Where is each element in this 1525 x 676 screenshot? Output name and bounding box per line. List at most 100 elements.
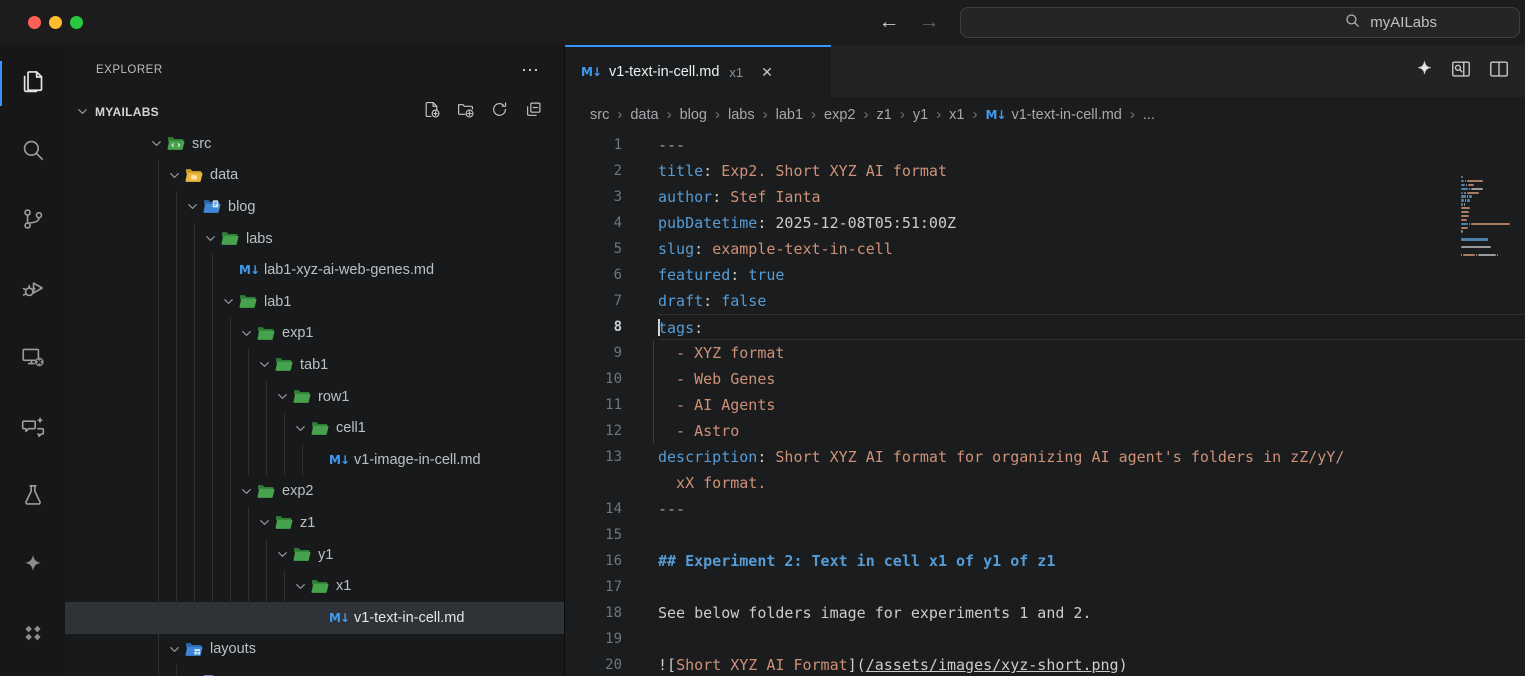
line-number: 11 [565,392,622,418]
open-preview-button[interactable] [1450,58,1472,85]
folder-icon [275,515,297,530]
tree-item-cell1[interactable]: cell1 [65,412,564,444]
activity-source-control[interactable] [0,187,65,256]
zoom-button[interactable] [70,16,83,29]
tree-item-z1[interactable]: z1 [65,507,564,539]
debug-icon [20,275,46,306]
breadcrumb-separator: › [617,106,622,123]
activity-copilot[interactable] [0,532,65,601]
breadcrumb-item-...[interactable]: ... [1143,107,1155,123]
code-editor[interactable]: 1---2title: Exp2. Short XYZ AI format3au… [565,132,1525,676]
chevron-down-icon [293,421,311,436]
code-line-3[interactable]: 3author: Stef Ianta [565,184,1525,210]
code-line-17[interactable]: 17 [565,574,1525,600]
tree-item-v1-image-in-cell.md[interactable]: M↓v1-image-in-cell.md [65,444,564,476]
code-line-4[interactable]: 4pubDatetime: 2025-12-08T05:51:00Z [565,210,1525,236]
tree-item-cut-off[interactable] [65,665,564,676]
folder-icon [293,547,315,562]
code-line-15[interactable]: 15 [565,522,1525,548]
minimap[interactable] [1461,176,1523,258]
more-actions-icon[interactable]: ⋯ [521,60,540,81]
breadcrumb-item-labs[interactable]: labs [728,107,755,123]
tree-item-y1[interactable]: y1 [65,539,564,571]
code-line-11[interactable]: 11 - AI Agents [565,392,1525,418]
code-line-2[interactable]: 2title: Exp2. Short XYZ AI format [565,158,1525,184]
code-line-9[interactable]: 9 - XYZ format [565,340,1525,366]
explorer-title: EXPLORER [96,64,163,76]
chat-sparkle-icon [20,413,46,444]
code-line-16[interactable]: 16## Experiment 2: Text in cell x1 of y1… [565,548,1525,574]
folder-icon [293,389,315,404]
line-number: 18 [565,600,622,626]
refresh-icon[interactable] [491,101,508,123]
tree-item-exp2[interactable]: exp2 [65,476,564,508]
breadcrumb-item-y1[interactable]: y1 [913,107,928,123]
workspace-section-header[interactable]: MYAILABS [65,95,564,128]
code-line-18[interactable]: 18See below folders image for experiment… [565,600,1525,626]
line-number: 15 [565,522,622,548]
code-line-14[interactable]: 14--- [565,496,1525,522]
code-line-13-wrap[interactable]: xX format. [565,470,1525,496]
close-button[interactable] [28,16,41,29]
tree-item-x1[interactable]: x1 [65,570,564,602]
activity-chat[interactable] [0,394,65,463]
code-line-12[interactable]: 12 - Astro [565,418,1525,444]
code-line-7[interactable]: 7draft: false [565,288,1525,314]
tree-item-row1[interactable]: row1 [65,381,564,413]
code-line-6[interactable]: 6featured: true [565,262,1525,288]
remote-icon [20,344,46,375]
new-folder-icon[interactable] [457,101,474,123]
tree-item-blog[interactable]: blog [65,191,564,223]
line-number: 12 [565,418,622,444]
copilot-sparkle-button[interactable] [1415,59,1434,83]
breadcrumb-item-x1[interactable]: x1 [949,107,964,123]
minimize-button[interactable] [49,16,62,29]
tree-item-lab1[interactable]: lab1 [65,286,564,318]
activity-explorer[interactable] [0,49,65,118]
tab-v1-text-in-cell[interactable]: M↓ v1-text-in-cell.md x1 ✕ [565,45,831,97]
breadcrumb-item-src[interactable]: src [590,107,609,123]
chevron-down-icon [275,389,293,404]
tree-item-v1-text-in-cell.md[interactable]: M↓v1-text-in-cell.md [65,602,564,634]
code-line-13[interactable]: 13description: Short XYZ AI format for o… [565,444,1525,470]
collapse-all-icon[interactable] [525,101,542,123]
tree-item-tab1[interactable]: tab1 [65,349,564,381]
activity-testing[interactable] [0,463,65,532]
breadcrumb-item-v1-text-in-cell.md[interactable]: M↓v1-text-in-cell.md [985,107,1121,123]
line-number: 2 [565,158,622,184]
code-line-8[interactable]: 8tags: [565,314,1525,340]
command-center-search[interactable]: myAILabs [960,7,1520,38]
tree-item-label: lab1 [264,294,291,310]
code-line-1[interactable]: 1--- [565,132,1525,158]
tree-item-data[interactable]: data [65,160,564,192]
tree-item-label: exp2 [282,483,313,499]
line-number: 16 [565,548,622,574]
forward-button[interactable]: → [916,6,942,38]
breadcrumb-item-lab1[interactable]: lab1 [776,107,803,123]
tree-item-src[interactable]: src [65,128,564,160]
search-query: myAILabs [1370,14,1437,31]
breadcrumb-item-z1[interactable]: z1 [876,107,891,123]
code-line-20[interactable]: 20![Short XYZ AI Format](/assets/images/… [565,652,1525,676]
line-number: 19 [565,626,622,652]
chevron-down-icon [221,294,239,309]
split-editor-button[interactable] [1488,58,1510,85]
activity-remote-explorer[interactable] [0,325,65,394]
new-file-icon[interactable] [423,101,440,123]
activity-run-debug[interactable] [0,256,65,325]
back-button[interactable]: ← [876,6,902,38]
tree-item-lab1-xyz-ai-web-genes.md[interactable]: M↓lab1-xyz-ai-web-genes.md [65,254,564,286]
file-tree: srcdatabloglabsM↓lab1-xyz-ai-web-genes.m… [65,128,564,676]
code-line-10[interactable]: 10 - Web Genes [565,366,1525,392]
code-line-19[interactable]: 19 [565,626,1525,652]
breadcrumb-item-exp2[interactable]: exp2 [824,107,855,123]
breadcrumb-item-data[interactable]: data [630,107,658,123]
activity-search[interactable] [0,118,65,187]
tree-item-layouts[interactable]: layouts [65,634,564,666]
activity-extensions[interactable] [0,601,65,670]
tree-item-exp1[interactable]: exp1 [65,318,564,350]
tree-item-labs[interactable]: labs [65,223,564,255]
close-tab-icon[interactable]: ✕ [761,64,773,81]
code-line-5[interactable]: 5slug: example-text-in-cell [565,236,1525,262]
breadcrumb-item-blog[interactable]: blog [680,107,707,123]
